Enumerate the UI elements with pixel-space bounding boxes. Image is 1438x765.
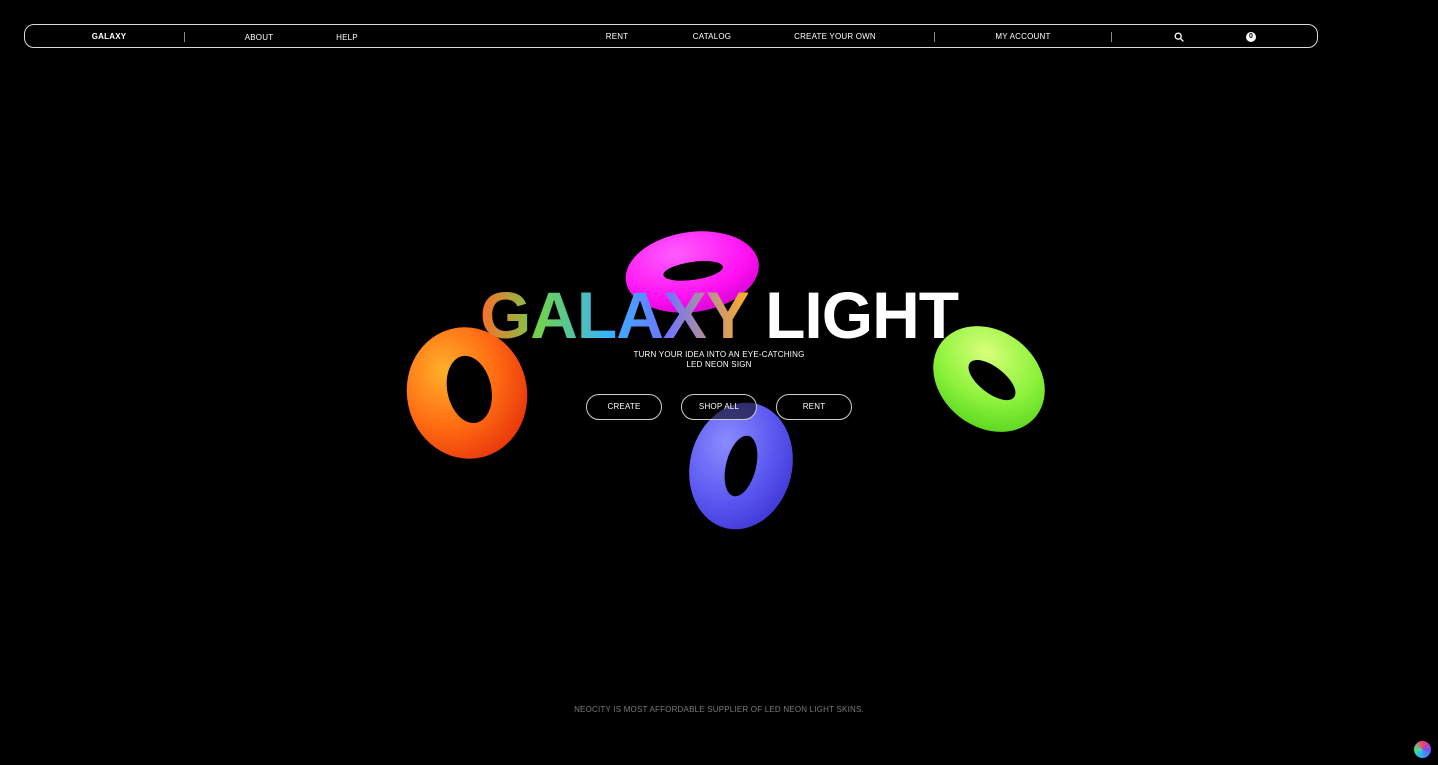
brand-logo[interactable]: GALAXY [92, 25, 127, 49]
hero-subtitle-line: LED NEON SIGN [686, 360, 752, 369]
footer-note: NEOCITY IS MOST AFFORDABLE SUPPLIER OF L… [574, 705, 864, 714]
hero-title-gradient-word: GALAXY [479, 278, 749, 352]
decorative-rings [406, 231, 1045, 530]
page: GALAXY ABOUT HELP RENT CATALOG CREATE YO… [0, 0, 1438, 765]
nav-link-catalog[interactable]: CATALOG [693, 25, 731, 49]
search-button[interactable] [1174, 25, 1184, 49]
nav-divider [934, 32, 935, 42]
cart-button[interactable]: 0 [1246, 25, 1256, 49]
nav-link-create-your-own[interactable]: CREATE YOUR OWN [794, 25, 876, 49]
hero-subtitle-line: TURN YOUR IDEA INTO AN EYE-CATCHING [633, 350, 805, 359]
nav-divider [1111, 32, 1112, 42]
rent-button[interactable]: RENT [776, 394, 852, 420]
nav-link-about[interactable]: ABOUT [245, 26, 274, 50]
nav-link-my-account[interactable]: MY ACCOUNT [995, 25, 1050, 49]
nav-divider [184, 32, 185, 42]
nav-link-help[interactable]: HELP [336, 26, 358, 50]
hero-title-white-word: LIGHT [765, 278, 959, 352]
hero-subtitle: TURN YOUR IDEA INTO AN EYE-CATCHING LED … [0, 350, 1438, 370]
shop-all-button[interactable]: SHOP ALL [681, 394, 757, 420]
search-icon [1174, 32, 1184, 42]
create-button[interactable]: CREATE [586, 394, 662, 420]
hero-title: GALAXY LIGHT [0, 276, 1438, 354]
chat-widget-icon[interactable] [1414, 741, 1431, 758]
cart-count-badge: 0 [1246, 32, 1256, 42]
nav-link-rent[interactable]: RENT [606, 25, 629, 49]
top-nav: GALAXY ABOUT HELP RENT CATALOG CREATE YO… [24, 24, 1318, 48]
